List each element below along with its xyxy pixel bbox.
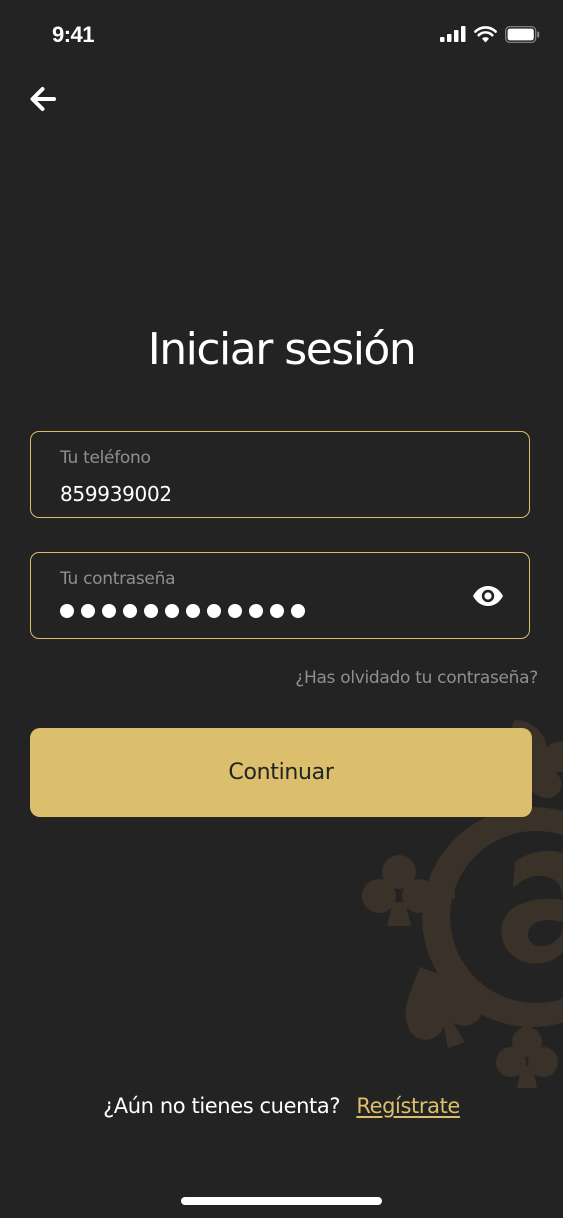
battery-icon [505, 25, 540, 43]
back-button[interactable] [26, 82, 60, 116]
password-dot [207, 604, 221, 618]
password-dot [249, 604, 263, 618]
wifi-icon [474, 25, 497, 42]
signup-row: ¿Aún no tienes cuenta? Regístrate [0, 1094, 563, 1118]
forgot-password-link[interactable]: ¿Has olvidado tu contraseña? [295, 668, 538, 688]
password-dot [186, 604, 200, 618]
password-field[interactable]: Tu contraseña [30, 552, 530, 639]
phone-field-value[interactable]: 859939002 [60, 482, 172, 506]
page-title: Iniciar sesión [147, 324, 417, 375]
password-dot [144, 604, 158, 618]
show-password-toggle[interactable] [471, 581, 505, 611]
signup-link[interactable]: Regístrate [356, 1094, 460, 1118]
status-icons [440, 24, 541, 44]
password-dot [165, 604, 179, 618]
password-dot [81, 604, 95, 618]
password-dot [102, 604, 116, 618]
signup-prompt: ¿Aún no tienes cuenta? [103, 1094, 341, 1118]
cellular-signal-icon [440, 26, 466, 42]
password-field-label: Tu contraseña [60, 569, 176, 589]
phone-field-label: Tu teléfono [60, 448, 151, 468]
status-bar: 9:41 [0, 0, 563, 70]
eye-icon [473, 586, 503, 606]
password-dot [228, 604, 242, 618]
password-dot [60, 604, 74, 618]
status-time: 9:41 [52, 22, 95, 47]
password-dot [123, 604, 137, 618]
password-dot [291, 604, 305, 618]
continue-button[interactable]: Continuar [30, 728, 532, 817]
password-dot [270, 604, 284, 618]
phone-field[interactable]: Tu teléfono 859939002 [30, 431, 530, 518]
arrow-left-icon [30, 87, 56, 111]
password-masked-value[interactable] [60, 604, 305, 618]
home-indicator[interactable] [181, 1197, 382, 1205]
